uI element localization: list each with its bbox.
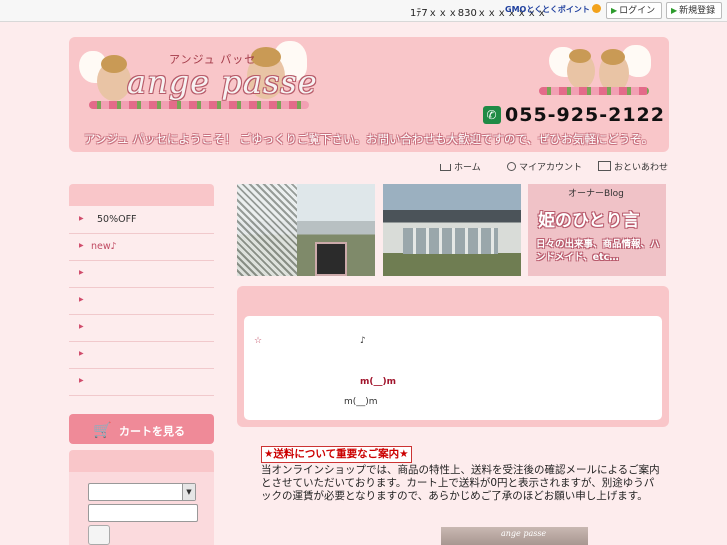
shipping-notice-title: ★送料について重要なご案内★ [261, 446, 412, 463]
sidebar-item[interactable]: ▶ [69, 369, 214, 396]
phone-number: ✆ 055-925-2122 [483, 104, 665, 126]
chevron-down-icon: ▼ [182, 484, 195, 500]
rose-garland [89, 101, 309, 109]
lattice-fence [237, 184, 297, 276]
notice-emoticon-bold: m(__)m [360, 377, 396, 387]
search-category-select[interactable]: ▼ [88, 483, 196, 501]
shop-sign-photo[interactable]: ange passe [441, 527, 588, 545]
notice-panel: ☆ ♪ m(__)m m(__)m [237, 286, 669, 427]
brand-logo[interactable]: ange passe [127, 63, 318, 101]
arrow-right-icon: ▶ [611, 6, 618, 15]
triangle-bullet-icon: ▶ [79, 242, 84, 249]
triangle-bullet-icon: ▶ [79, 377, 84, 384]
nav-home[interactable]: ホーム [440, 160, 481, 173]
triangle-bullet-icon: ▶ [79, 296, 84, 303]
sidebar-item-50off[interactable]: ▶ 50%OFF [69, 207, 214, 234]
search-submit-button[interactable] [88, 525, 110, 545]
user-icon [507, 162, 516, 171]
shop-sign-text: ange passe [501, 529, 547, 538]
triangle-bullet-icon: ▶ [79, 350, 84, 357]
triangle-bullet-icon: ▶ [79, 215, 84, 222]
triangle-bullet-icon: ▶ [79, 269, 84, 276]
blog-title: 姫のひとり言 [538, 211, 640, 231]
sidebar-category-header [69, 184, 214, 206]
register-button[interactable]: ▶ 新規登録 [666, 2, 723, 19]
home-icon [440, 164, 451, 171]
shop-exterior-photo[interactable] [237, 184, 375, 276]
shop-window [403, 228, 498, 254]
header-banner[interactable]: アンジュ パッセ ange passe ✆ 055-925-2122 アンジュ パ… [69, 37, 669, 152]
triangle-bullet-icon: ▶ [79, 323, 84, 330]
shipping-notice-text: 当オンラインショップでは、商品の特性上、送料を受注後の確認メールによるご案内とさ… [261, 464, 660, 502]
notice-star: ☆ [254, 336, 263, 346]
sidebar-item-new[interactable]: ▶ new♪ [69, 234, 214, 261]
sidebar-item[interactable]: ▶ [69, 315, 214, 342]
sidebar-item[interactable]: ▶ [69, 288, 214, 315]
gmo-point-logo[interactable]: GMOとくとくポイント [505, 4, 601, 15]
coin-icon [591, 4, 601, 13]
cart-icon: 🛒 [93, 421, 112, 439]
notice-body: ☆ ♪ m(__)m m(__)m [244, 316, 662, 420]
login-button[interactable]: ▶ ログイン [606, 2, 663, 19]
shop-front-photo[interactable] [383, 184, 521, 276]
sidebar-search-header [69, 450, 214, 472]
arrow-right-icon: ▶ [671, 6, 678, 15]
rose-garland-right [539, 87, 649, 95]
notice-note: ♪ [360, 336, 366, 346]
sidebar-item[interactable]: ▶ [69, 342, 214, 369]
nav-contact[interactable]: おといあわせ [598, 160, 668, 173]
sidebar-item[interactable]: ▶ [69, 261, 214, 288]
view-cart-button[interactable]: 🛒 カートを見る [69, 414, 214, 444]
owner-blog-label: オーナーBlog [568, 189, 624, 199]
phone-icon: ✆ [483, 106, 501, 124]
owner-blog-banner[interactable]: オーナーBlog 姫のひとり言 日々の出来事、商品情報、ハンドメイド、etc… [528, 184, 666, 276]
open-sign [315, 242, 347, 276]
nav-my-account[interactable]: マイアカウント [507, 160, 582, 173]
mail-icon [598, 161, 611, 171]
notice-emoticon: m(__)m [344, 397, 378, 407]
top-bar: 1ﾃ7ｘｘｘ830ｘｘｘｘｘｘｘ GMOとくとくポイント ▶ ログイン ▶ 新規登録 [0, 0, 727, 22]
welcome-message: アンジュ パッセにようこそ！ ごゆっくりご覧下さい。お問い合わせも大歓迎ですので… [84, 132, 654, 146]
blog-tagline: 日々の出来事、商品情報、ハンドメイド、etc… [536, 239, 660, 263]
search-input[interactable] [88, 504, 198, 522]
